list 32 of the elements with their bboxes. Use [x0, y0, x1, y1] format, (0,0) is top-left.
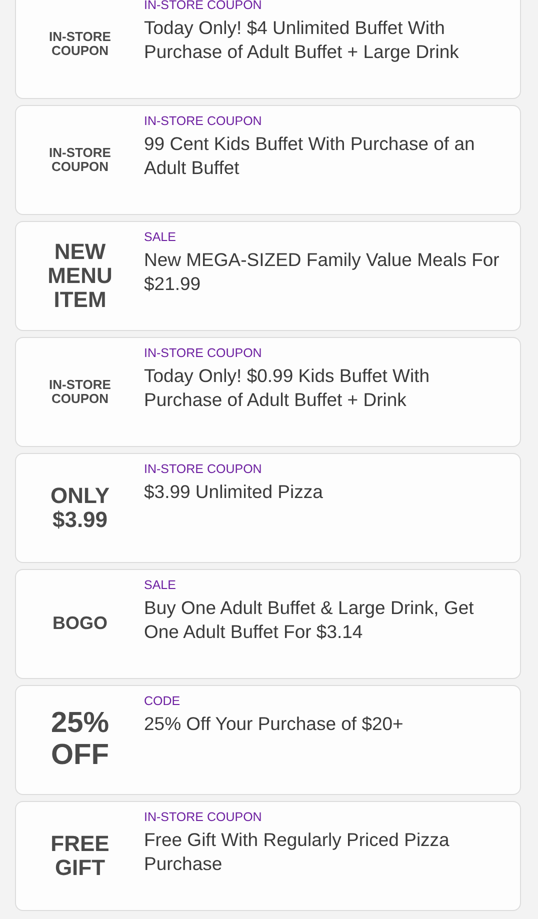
- offer-card[interactable]: 25% OFF CODE 25% Off Your Purchase of $20+: [15, 685, 521, 795]
- offer-title: 99 Cent Kids Buffet With Purchase of an Adult Buffet: [144, 132, 476, 180]
- offer-title: Buy One Adult Buffet & Large Drink, Get One Adult Buffet For $3.14: [144, 596, 475, 644]
- offer-title: New MEGA-SIZED Family Value Meals For $21.99: [144, 248, 500, 296]
- offer-label: ONLY $3.99: [49, 484, 111, 532]
- offer-title: Free Gift With Regularly Priced Pizza Purchase: [144, 828, 450, 876]
- offer-label: 25% OFF: [50, 708, 110, 772]
- offer-type: CODE: [144, 694, 182, 708]
- offer-title: $3.99 Unlimited Pizza: [144, 480, 323, 504]
- offer-card[interactable]: ONLY $3.99 IN-STORE COUPON $3.99 Unlimited Pizza: [15, 453, 521, 563]
- offer-title: Today Only! $4 Unlimited Buffet With Purchase of Adult Buffet + Large Drink: [144, 16, 460, 64]
- offer-type: IN-STORE COUPON: [144, 462, 263, 476]
- offer-label: IN-STORE COUPON: [48, 146, 112, 174]
- offer-type: IN-STORE COUPON: [144, 346, 263, 360]
- offer-card[interactable]: IN-STORE COUPON IN-STORE COUPON Today Only! $0.99 Kids Buffet With Purchase of Adult Buffet + Drink: [15, 337, 521, 447]
- offer-type: SALE: [144, 578, 177, 592]
- offer-card[interactable]: BOGO SALE Buy One Adult Buffet & Large Drink, Get One Adult Buffet For $3.14: [15, 569, 521, 679]
- offer-type: IN-STORE COUPON: [144, 0, 263, 12]
- offer-label: BOGO: [51, 614, 108, 634]
- offer-card[interactable]: FREE GIFT IN-STORE COUPON Free Gift With Regularly Priced Pizza Purchase: [15, 801, 521, 911]
- offer-label: IN-STORE COUPON: [48, 378, 112, 406]
- offer-type: IN-STORE COUPON: [144, 810, 263, 824]
- offer-card[interactable]: NEW MENU ITEM SALE New MEGA-SIZED Family Value Meals For $21.99: [15, 221, 521, 331]
- offer-title: 25% Off Your Purchase of $20+: [144, 712, 404, 736]
- offer-type: IN-STORE COUPON: [144, 114, 263, 128]
- offer-title: Today Only! $0.99 Kids Buffet With Purchase of Adult Buffet + Drink: [144, 364, 431, 412]
- offer-label: IN-STORE COUPON: [48, 30, 112, 58]
- offer-type: SALE: [144, 230, 177, 244]
- offer-card[interactable]: IN-STORE COUPON IN-STORE COUPON 99 Cent Kids Buffet With Purchase of an Adult Buffet: [15, 105, 521, 215]
- offer-label: FREE GIFT: [50, 832, 110, 880]
- offer-card[interactable]: IN-STORE COUPON IN-STORE COUPON Today Only! $4 Unlimited Buffet With Purchase of Adult Buffet + Large Drink: [15, 0, 521, 99]
- offer-label: NEW MENU ITEM: [46, 240, 114, 312]
